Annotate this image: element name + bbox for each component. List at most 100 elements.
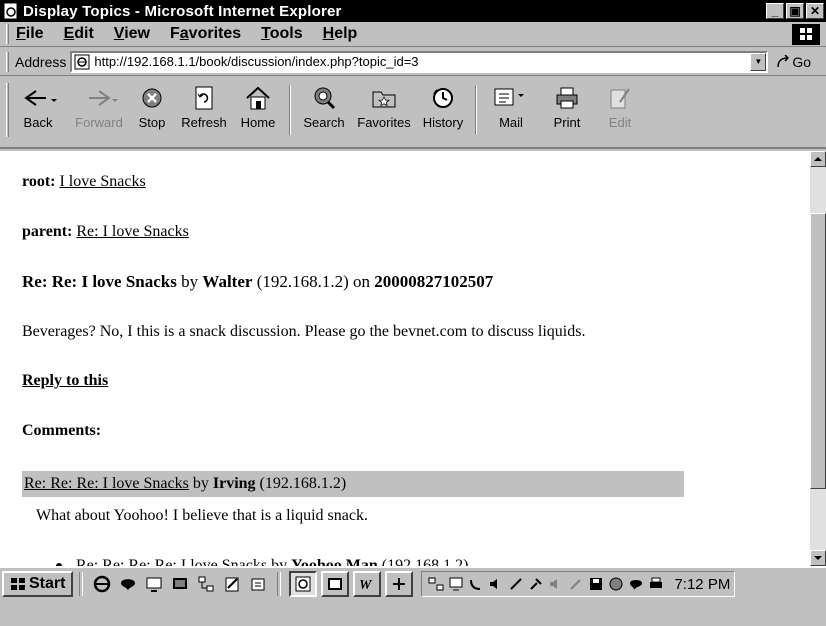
tray-chat-icon[interactable] [627, 575, 645, 593]
tray-disk-icon[interactable] [587, 575, 605, 593]
calculator-task-icon [393, 578, 406, 590]
parent-topic-link[interactable]: Re: I love Snacks [76, 223, 188, 240]
task-terminal-window[interactable] [321, 571, 350, 597]
quicklaunch-monitor-icon[interactable] [169, 573, 191, 595]
task-calculator-window[interactable] [385, 571, 414, 597]
down-arrow-icon [814, 556, 822, 560]
mail-button[interactable]: Mail [483, 83, 539, 143]
favorites-button[interactable]: Favorites [351, 83, 417, 143]
post-body: Beverages? No, I this is a snack discuss… [22, 323, 586, 340]
close-button[interactable]: ✕ [806, 3, 824, 19]
menu-help[interactable]: Help [322, 25, 359, 43]
menu-file[interactable]: File [15, 25, 45, 43]
start-label: Start [29, 575, 66, 592]
quicklaunch-ie-icon[interactable] [91, 573, 113, 595]
menu-tools[interactable]: Tools [260, 25, 303, 43]
quicklaunch-outlook-icon[interactable] [117, 573, 139, 595]
forward-label: Forward [75, 115, 123, 130]
menu-bar: File Edit View Favorites Tools Help [0, 22, 826, 47]
minimize-button[interactable]: _ [766, 3, 784, 19]
reply-link[interactable]: Reply to this [22, 372, 108, 389]
maximize-button[interactable]: ▣ [786, 3, 804, 19]
terminal-task-icon [328, 578, 343, 590]
ie-task-icon [295, 576, 311, 592]
root-topic-link[interactable]: I love Snacks [59, 173, 145, 190]
quicklaunch-notepad-icon[interactable] [221, 573, 243, 595]
up-arrow-icon [814, 157, 822, 161]
menu-favorites[interactable]: Favorites [169, 25, 242, 43]
address-input[interactable]: http://192.168.1.1/book/discussion/index… [70, 50, 769, 73]
post-author: Walter [202, 272, 253, 291]
taskbar-clock[interactable]: 7:12 PM [674, 576, 730, 593]
stop-button[interactable]: Stop [129, 83, 175, 143]
post-on-text: on [353, 272, 371, 291]
taskbar-separator [79, 572, 84, 596]
page-icon [74, 54, 90, 69]
windows-flag-icon [11, 578, 25, 590]
scroll-up-button[interactable] [810, 151, 826, 167]
quicklaunch-desktop-icon[interactable] [143, 573, 165, 595]
page-content: root: I love Snacks parent: Re: I love S… [0, 151, 810, 566]
stop-label: Stop [138, 115, 166, 130]
printer-icon [556, 87, 578, 109]
history-clock-icon [433, 88, 453, 108]
back-arrow-icon [24, 90, 57, 106]
vertical-scrollbar[interactable] [810, 151, 826, 566]
post-header: Re: Re: I love Snacks by Walter (192.168… [22, 272, 493, 292]
back-button[interactable]: Back [15, 83, 61, 143]
quicklaunch-wizard-icon[interactable] [247, 573, 269, 595]
comment-2-link[interactable]: Re: Re: Re: Re: I love Snacks [76, 557, 267, 566]
go-button[interactable]: Go [776, 54, 811, 70]
favorites-folder-icon [372, 91, 396, 108]
scrollbar-thumb[interactable] [810, 213, 826, 489]
refresh-button[interactable]: Refresh [175, 83, 233, 143]
mail-label: Mail [499, 115, 523, 130]
tray-pen-icon[interactable] [507, 575, 525, 593]
history-button[interactable]: History [417, 83, 469, 143]
edit-label: Edit [608, 115, 632, 130]
reply-line: Reply to this [22, 372, 108, 390]
menu-grip[interactable] [6, 24, 9, 44]
home-label: Home [240, 115, 276, 130]
stop-icon [142, 88, 162, 108]
comment-1-author: Irving [212, 475, 256, 492]
windows-logo-icon [792, 23, 820, 45]
tray-tools-icon[interactable] [527, 575, 545, 593]
quicklaunch-network-icon[interactable] [195, 573, 217, 595]
mail-icon [494, 88, 524, 106]
address-url: http://192.168.1.1/book/discussion/index… [94, 54, 419, 69]
comment-2-by-text: by [271, 557, 288, 566]
tray-sound-icon[interactable] [487, 575, 505, 593]
tray-printer-icon[interactable] [647, 575, 665, 593]
tray-phone-icon[interactable] [467, 575, 485, 593]
refresh-label: Refresh [181, 115, 227, 130]
menu-view[interactable]: View [113, 25, 151, 43]
favorites-label: Favorites [357, 115, 411, 130]
comment-1-link[interactable]: Re: Re: Re: I love Snacks [24, 475, 189, 492]
start-button[interactable]: Start [2, 571, 74, 597]
taskbar: Start W 7:12 PM [0, 566, 826, 626]
scroll-down-button[interactable] [810, 550, 826, 566]
address-grip[interactable] [6, 51, 9, 72]
edit-button[interactable]: Edit [595, 83, 645, 143]
go-label: Go [792, 53, 812, 70]
task-word-window[interactable]: W [353, 571, 382, 597]
tray-monitor-icon[interactable] [447, 575, 465, 593]
back-label: Back [23, 115, 53, 130]
tray-volume-icon[interactable] [547, 575, 565, 593]
tray-globe-icon[interactable] [607, 575, 625, 593]
title-bar: Display Topics - Microsoft Internet Expl… [0, 0, 826, 22]
home-button[interactable]: Home [233, 83, 283, 143]
menu-edit[interactable]: Edit [63, 25, 95, 43]
tray-network-icon[interactable] [427, 575, 445, 593]
tray-edit-icon[interactable] [567, 575, 585, 593]
search-button[interactable]: Search [297, 83, 351, 143]
history-label: History [422, 115, 464, 130]
print-button[interactable]: Print [539, 83, 595, 143]
toolbar-grip[interactable] [6, 83, 9, 137]
forward-button[interactable]: Forward [69, 83, 129, 143]
address-dropdown-button[interactable]: ▼ [750, 52, 767, 71]
task-ie-window[interactable] [289, 571, 318, 597]
post-title: Re: Re: I love Snacks [22, 272, 177, 291]
parent-label: parent: [22, 223, 73, 240]
